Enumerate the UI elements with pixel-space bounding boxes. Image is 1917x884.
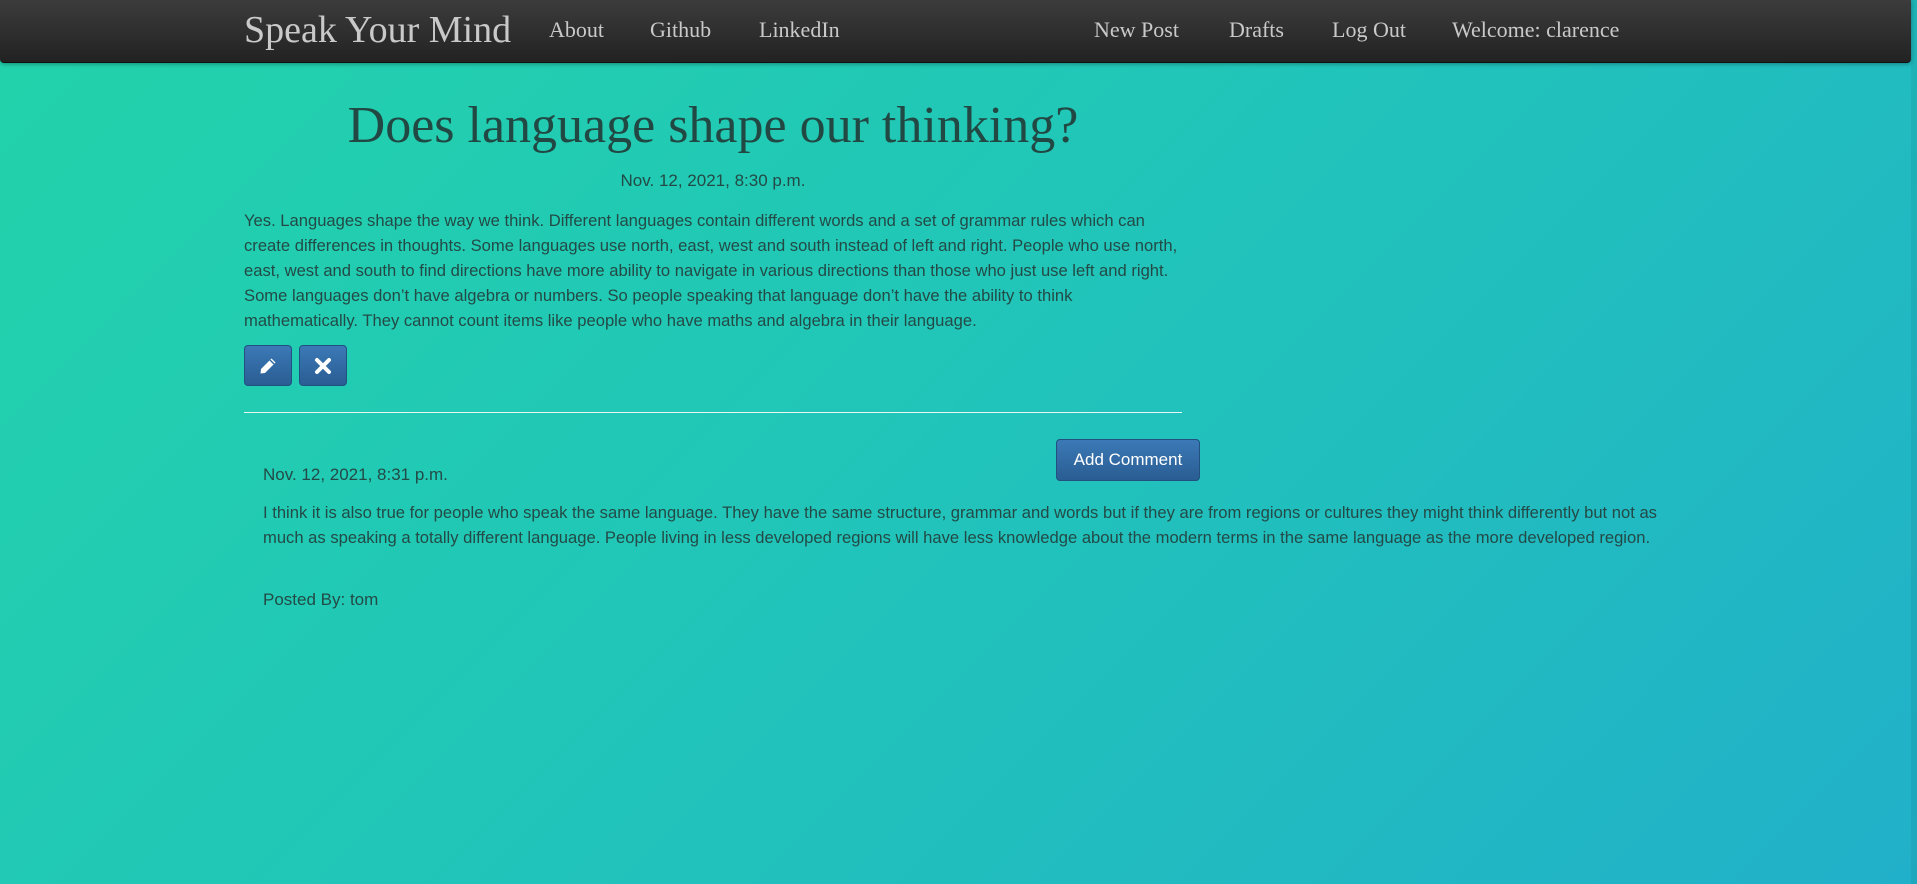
comment-author-name: tom bbox=[349, 590, 379, 609]
nav-about-link[interactable]: About bbox=[549, 17, 604, 43]
nav-github-link[interactable]: Github bbox=[650, 17, 711, 43]
post-title: Does language shape our thinking? bbox=[347, 97, 1079, 154]
comment-author-line: Posted By: tom bbox=[263, 590, 378, 610]
edit-post-button[interactable] bbox=[244, 345, 292, 386]
brand-title[interactable]: Speak Your Mind bbox=[244, 8, 511, 52]
add-comment-button[interactable]: Add Comment bbox=[1056, 439, 1200, 481]
welcome-user-text: Welcome: clarence bbox=[1452, 17, 1620, 42]
posted-by-label: Posted By: bbox=[263, 590, 346, 609]
delete-post-button[interactable] bbox=[299, 345, 347, 386]
nav-linkedin-link[interactable]: LinkedIn bbox=[759, 17, 840, 43]
nav-logout-link[interactable]: Log Out bbox=[1332, 17, 1406, 43]
close-icon bbox=[315, 357, 331, 374]
top-navbar: Speak Your Mind About Github LinkedIn Ne… bbox=[0, 0, 1911, 63]
nav-drafts-link[interactable]: Drafts bbox=[1229, 17, 1284, 43]
page-scrollbar[interactable] bbox=[1911, 0, 1917, 884]
comment-date: Nov. 12, 2021, 8:31 p.m. bbox=[263, 465, 448, 484]
post-body: Yes. Languages shape the way we think. D… bbox=[244, 211, 1178, 330]
comment-body: I think it is also true for people who s… bbox=[263, 503, 1657, 547]
post-divider bbox=[244, 412, 1182, 413]
pencil-icon bbox=[260, 358, 276, 373]
nav-new-post-link[interactable]: New Post bbox=[1094, 17, 1179, 43]
post-date: Nov. 12, 2021, 8:30 p.m. bbox=[620, 171, 806, 190]
